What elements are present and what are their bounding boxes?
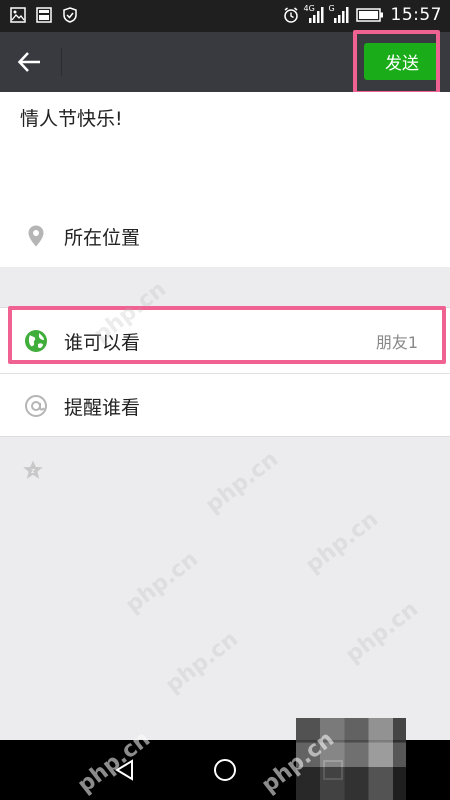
svg-text:z: z bbox=[31, 467, 35, 475]
status-bar: 4G G 15:57 bbox=[0, 0, 450, 32]
signal-icon: G bbox=[328, 4, 349, 23]
back-arrow-icon[interactable] bbox=[16, 48, 44, 76]
status-time: 15:57 bbox=[390, 5, 442, 25]
at-icon bbox=[25, 395, 47, 417]
location-row[interactable]: 所在位置 bbox=[0, 205, 450, 267]
signal-icon: 4G bbox=[303, 4, 324, 23]
option-remind-who[interactable]: 提醒谁看 bbox=[0, 374, 450, 438]
location-label: 所在位置 bbox=[64, 226, 141, 249]
who-can-see-highlight-box bbox=[8, 306, 446, 364]
location-pin-icon bbox=[28, 225, 44, 247]
shield-icon bbox=[63, 7, 77, 23]
option-label: 提醒谁看 bbox=[64, 396, 141, 419]
alarm-icon bbox=[283, 7, 298, 23]
gallery-icon bbox=[36, 7, 52, 23]
watermark: php.cn bbox=[161, 626, 243, 699]
network-type-label: 4G bbox=[303, 4, 315, 13]
send-highlight-box bbox=[353, 30, 440, 95]
watermark: php.cn bbox=[301, 506, 383, 579]
watermark: php.cn bbox=[201, 446, 283, 519]
post-text-input[interactable]: 情人节快乐! bbox=[20, 104, 123, 131]
battery-icon bbox=[355, 8, 383, 22]
app-bar-divider bbox=[61, 48, 62, 76]
network-type-label: G bbox=[328, 4, 335, 13]
image-icon bbox=[10, 7, 26, 23]
watermark: php.cn bbox=[341, 596, 423, 669]
watermark: php.cn bbox=[121, 546, 203, 619]
home-circle-icon[interactable] bbox=[210, 755, 240, 785]
star-icon[interactable]: z bbox=[22, 459, 44, 481]
